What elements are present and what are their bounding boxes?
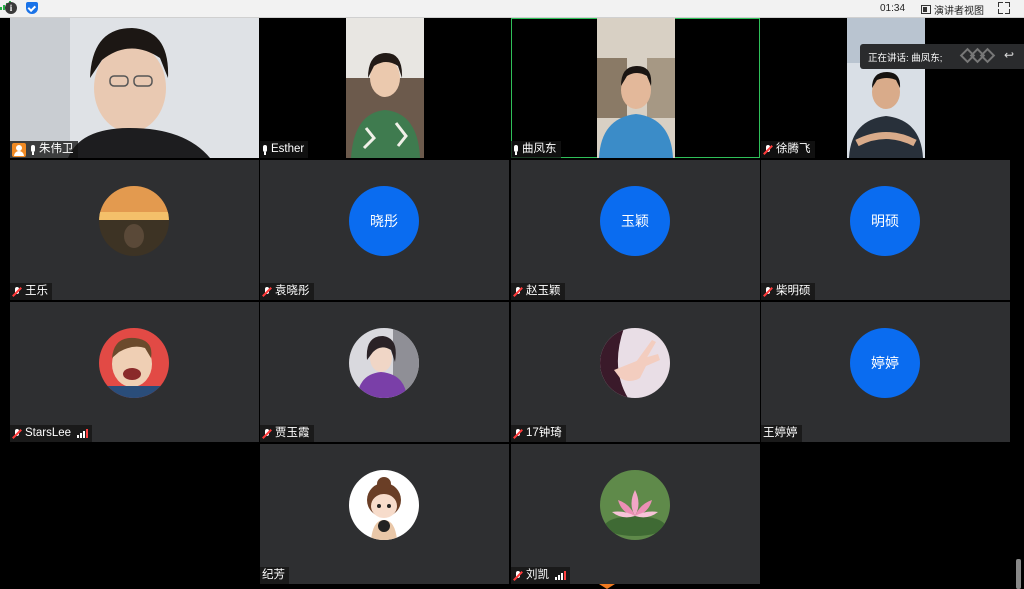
microphone-icon [513,144,519,155]
participant-name: 曲凤东 [522,143,557,155]
participant-name-tag: 朱伟卫 [10,141,78,158]
speaking-indicator: 正在讲话: 曲凤东; ↩ [860,44,1024,69]
microphone-muted-icon [513,570,523,581]
microphone-muted-icon [513,428,523,439]
microphone-icon [30,144,36,155]
speaker-view-icon [921,4,931,14]
participant-name-tag: 17钟琦 [511,425,566,442]
video-tile[interactable]: 徐腾飞 [761,18,1010,158]
participant-name-tag: 王婷婷 [761,425,802,442]
avatar-tile[interactable]: 晓彤 袁晓彤 [260,160,509,300]
participant-avatar [349,328,419,398]
connection-signal-icon [77,429,89,438]
microphone-muted-icon [262,286,272,297]
fullscreen-icon[interactable] [998,2,1010,14]
participant-name-tag: 贾玉霞 [260,425,314,442]
participant-name-tag: 徐腾飞 [761,141,815,158]
participant-avatar [349,470,419,540]
participant-name-tag: Esther [260,141,309,158]
participant-name: Esther [271,143,305,155]
speaking-text: 正在讲话: 曲凤东; [868,52,943,64]
participant-name: 贾玉霞 [275,427,310,439]
participant-name-tag: 袁晓彤 [260,283,314,300]
participant-name-tag: 曲凤东 [511,141,561,158]
avatar-tile[interactable]: 刘凯 [511,444,760,584]
avatar-tile[interactable]: 婷婷 王婷婷 [761,302,1010,442]
top-bar: i 01:34 演讲者视图 [0,0,1024,18]
participant-video [847,18,925,158]
participant-name: 赵玉颖 [526,285,561,297]
host-icon [12,142,26,157]
microphone-muted-icon [12,428,22,439]
video-tile-active-speaker[interactable]: 曲凤东 [511,18,760,158]
participant-name-tag: 王乐 [10,283,52,300]
participant-name: 柴明硕 [776,285,811,297]
participant-name-tag: 刘凯 [511,567,570,584]
avatar-tile[interactable]: 王乐 [10,160,259,300]
participant-name-tag: 纪芳 [260,567,289,584]
participant-name: 王婷婷 [763,427,798,439]
microphone-icon [262,144,268,155]
microphone-muted-icon [262,428,272,439]
speaker-view-button[interactable]: 演讲者视图 [921,1,984,17]
microphone-muted-icon [12,286,22,297]
avatar-tile[interactable]: 明硕 柴明硕 [761,160,1010,300]
avatar-tile[interactable]: 17钟琦 [511,302,760,442]
audio-wave-icon [959,47,996,64]
participant-avatar [99,328,169,398]
avatar-tile[interactable]: 贾玉霞 [260,302,509,442]
participant-avatar [600,328,670,398]
meeting-timer: 01:34 [880,3,906,14]
info-icon[interactable]: i [5,2,17,14]
participant-name: 刘凯 [526,569,549,581]
participant-video [597,18,675,158]
participant-name: 袁晓彤 [275,285,310,297]
avatar-tile[interactable]: 玉颖 赵玉颖 [511,160,760,300]
avatar-tile[interactable]: StarsLee [10,302,259,442]
participant-name: 徐腾飞 [776,143,811,155]
video-tile[interactable]: 朱伟卫 [10,18,259,158]
scrollbar[interactable] [1016,559,1021,589]
participant-avatar [99,186,169,256]
participant-avatar: 明硕 [850,186,920,256]
collapse-arrow-icon[interactable]: ↩ [1004,48,1018,62]
speaker-view-label: 演讲者视图 [934,5,984,17]
microphone-muted-icon [763,286,773,297]
participant-name: 朱伟卫 [39,143,74,155]
connection-signal-icon [555,571,566,580]
participant-name: StarsLee [25,427,72,439]
participant-video [10,18,259,158]
microphone-muted-icon [763,144,773,155]
video-tile[interactable]: Esther [260,18,509,158]
participant-name: 纪芳 [262,569,285,581]
participant-name: 17钟琦 [526,427,562,439]
participant-name-tag: 赵玉颖 [511,283,565,300]
participant-name-tag: StarsLee [10,425,93,442]
expand-arrow-icon[interactable] [599,584,615,589]
participant-name: 王乐 [25,285,48,297]
avatar-tile[interactable]: 纪芳 [260,444,509,584]
participant-name-tag: 柴明硕 [761,283,815,300]
participant-video [346,18,424,158]
participant-avatar [600,470,670,540]
participant-avatar: 婷婷 [850,328,920,398]
participant-avatar: 晓彤 [349,186,419,256]
participant-avatar: 玉颖 [600,186,670,256]
microphone-muted-icon [513,286,523,297]
shield-icon[interactable] [26,2,38,14]
